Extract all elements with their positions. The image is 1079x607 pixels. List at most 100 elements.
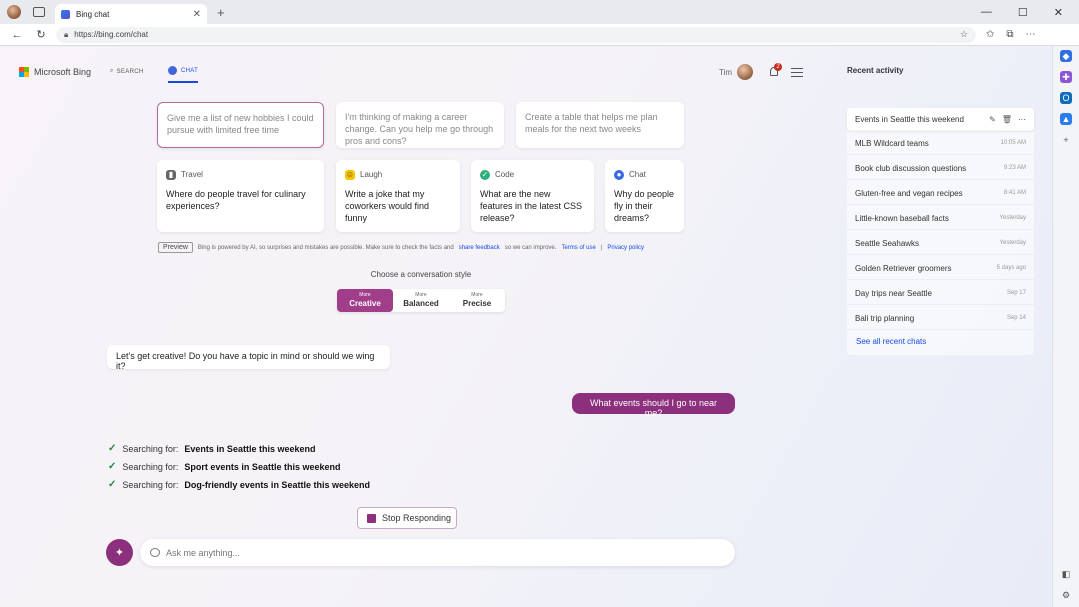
prompt-card-chat[interactable]: ● Chat Why do people fly in their dreams… xyxy=(605,160,684,232)
disclaimer-text-2: so we can improve. xyxy=(504,244,557,251)
separator: | xyxy=(600,244,603,251)
new-tab-button[interactable]: + xyxy=(217,5,225,20)
delete-trash-icon[interactable]: 🗑︎ xyxy=(1002,115,1012,124)
recent-item[interactable]: Book club discussion questions 9:23 AM xyxy=(847,157,1034,180)
conversation-style-label: Choose a conversation style xyxy=(370,270,472,279)
prompt-card[interactable]: Create a table that helps me plan meals … xyxy=(516,102,684,148)
address-bar[interactable]: 🔒︎ https://bing.com/chat ☆ xyxy=(56,26,976,43)
recent-item-title: Bali trip planning xyxy=(855,313,915,323)
checkmark-icon: ✓ xyxy=(108,479,117,490)
recent-item-title: Events in Seattle this weekend xyxy=(855,114,964,124)
minimize-button[interactable]: — xyxy=(981,6,992,19)
profile-avatar[interactable] xyxy=(7,5,21,19)
prompt-category: ▮ Travel xyxy=(166,169,315,181)
share-feedback-link[interactable]: share feedback xyxy=(459,245,500,251)
back-icon[interactable]: ← xyxy=(10,29,24,41)
recent-item-active[interactable]: Events in Seattle this weekend ✎ 🗑︎ ⋯ xyxy=(847,108,1034,131)
tab-close-icon[interactable]: ✕ xyxy=(193,9,201,20)
nav-chat[interactable]: CHAT xyxy=(168,66,199,83)
recent-item[interactable]: Golden Retriever groomers 5 days ago xyxy=(847,257,1034,280)
user-message: What events should I go to near me? xyxy=(572,393,735,418)
prompt-card[interactable]: Give me a list of new hobbies I could pu… xyxy=(157,102,324,148)
favorites-icon[interactable]: ✩ xyxy=(986,29,994,40)
close-window-button[interactable]: ✕ xyxy=(1054,6,1063,19)
recent-item-date: 9:23 AM xyxy=(1003,165,1026,171)
prompt-text: Give me a list of new hobbies I could pu… xyxy=(167,113,314,135)
lock-icon: 🔒︎ xyxy=(64,29,69,39)
prompt-text: Why do people fly in their dreams? xyxy=(614,189,675,223)
chat-input-box[interactable] xyxy=(140,539,735,566)
see-all-recent-chats-link[interactable]: See all recent chats xyxy=(856,337,926,346)
recent-item[interactable]: Bali trip planning Sep 14 xyxy=(847,307,1034,330)
microsoft-bing-logo[interactable]: Microsoft Bing xyxy=(19,67,91,77)
shopping-icon[interactable]: ◆ xyxy=(1060,50,1072,62)
style-balanced-button[interactable]: More Balanced xyxy=(393,289,449,312)
notification-badge: 2 xyxy=(774,63,782,71)
user-name: Tim xyxy=(719,67,733,77)
more-icon[interactable]: ⋯ xyxy=(1026,29,1036,40)
style-more-label: More xyxy=(471,292,483,298)
add-sidebar-app-icon[interactable]: + xyxy=(1060,134,1072,146)
avatar xyxy=(737,64,754,80)
search-step: ✓ Searching for: Dog-friendly events in … xyxy=(108,479,370,490)
style-name: Precise xyxy=(462,299,492,308)
window-controls: — ☐ ✕ xyxy=(981,6,1079,19)
recent-item[interactable]: Day trips near Seattle Sep 17 xyxy=(847,282,1034,305)
bing-chat-page: Microsoft Bing ⌕ SEARCH CHAT Tim 2 Give … xyxy=(0,47,1052,607)
maximize-button[interactable]: ☐ xyxy=(1018,6,1028,19)
edge-sidebar: ◆ ✚ O ▲ + ◧ ⚙ xyxy=(1052,46,1079,607)
category-label: Laugh xyxy=(360,170,383,179)
style-name: Creative xyxy=(349,299,381,308)
style-precise-button[interactable]: More Precise xyxy=(449,289,505,312)
nav-search[interactable]: ⌕ SEARCH xyxy=(110,68,143,75)
searching-prefix: Searching for: xyxy=(122,461,179,472)
outlook-icon[interactable]: O xyxy=(1060,92,1072,104)
style-more-label: More xyxy=(359,292,371,298)
preview-badge: Preview xyxy=(158,242,193,253)
address-bar-row: ← ↻ 🔒︎ https://bing.com/chat ☆ ✩ ⧉ ⋯ xyxy=(0,24,1079,46)
category-label: Travel xyxy=(181,170,203,179)
prompt-card-laugh[interactable]: ☺ Laugh Write a joke that my coworkers w… xyxy=(336,160,460,232)
drop-icon[interactable]: ▲ xyxy=(1060,113,1072,125)
stop-responding-button[interactable]: Stop Responding xyxy=(357,507,457,529)
user-account[interactable]: Tim xyxy=(719,64,754,80)
favorite-star-icon[interactable]: ☆ xyxy=(960,29,968,40)
sidebar-toggle-icon[interactable]: ◧ xyxy=(1060,568,1072,580)
bing-chat-favicon-icon xyxy=(61,9,70,19)
recent-item[interactable]: Little-known baseball facts Yesterday xyxy=(847,207,1034,230)
prompt-card-code[interactable]: ✓ Code What are the new features in the … xyxy=(471,160,594,232)
laughing-face-icon: ☺ xyxy=(345,170,355,180)
nav-search-label: SEARCH xyxy=(116,68,144,75)
settings-gear-icon[interactable]: ⚙ xyxy=(1060,589,1072,601)
recent-item-date: 10:05 AM xyxy=(1000,140,1026,146)
microsoft-logo-icon xyxy=(19,67,29,77)
recent-item-title: Golden Retriever groomers xyxy=(855,263,952,273)
ask-input[interactable] xyxy=(166,547,706,558)
recent-item[interactable]: Gluten-free and vegan recipes 8:41 AM xyxy=(847,182,1034,205)
tools-icon[interactable]: ✚ xyxy=(1060,71,1072,83)
new-topic-icon: ✦ xyxy=(114,547,125,559)
collections-icon[interactable]: ⧉ xyxy=(1006,29,1013,40)
recent-item[interactable]: Seattle Seahawks Yesterday xyxy=(847,232,1034,255)
refresh-icon[interactable]: ↻ xyxy=(34,28,48,41)
nav-chat-label: CHAT xyxy=(181,67,199,74)
edit-pencil-icon[interactable]: ✎ xyxy=(989,115,996,124)
tab-bing-chat[interactable]: Bing chat ✕ xyxy=(55,4,207,24)
more-options-icon[interactable]: ⋯ xyxy=(1018,115,1026,124)
notifications-bell-icon[interactable]: 2 xyxy=(770,63,782,76)
tab-actions-icon[interactable] xyxy=(33,7,45,17)
terms-of-use-link[interactable]: Terms of use xyxy=(561,245,595,251)
style-name: Balanced xyxy=(403,299,439,308)
privacy-policy-link[interactable]: Privacy policy xyxy=(607,245,644,251)
luggage-icon: ▮ xyxy=(166,170,176,180)
new-topic-button[interactable]: ✦ xyxy=(106,539,133,566)
prompt-text: Create a table that helps me plan meals … xyxy=(525,112,658,134)
style-creative-button[interactable]: More Creative xyxy=(337,289,393,312)
prompt-card[interactable]: I'm thinking of making a career change. … xyxy=(336,102,504,148)
recent-item-title: MLB Wildcard teams xyxy=(855,138,929,148)
recent-item[interactable]: MLB Wildcard teams 10:05 AM xyxy=(847,132,1034,155)
prompt-card-travel[interactable]: ▮ Travel Where do people travel for culi… xyxy=(157,160,324,232)
search-query: Dog-friendly events in Seattle this week… xyxy=(184,479,370,490)
chat-bubbles-icon: ● xyxy=(614,170,624,180)
hamburger-menu-icon[interactable] xyxy=(791,68,803,77)
